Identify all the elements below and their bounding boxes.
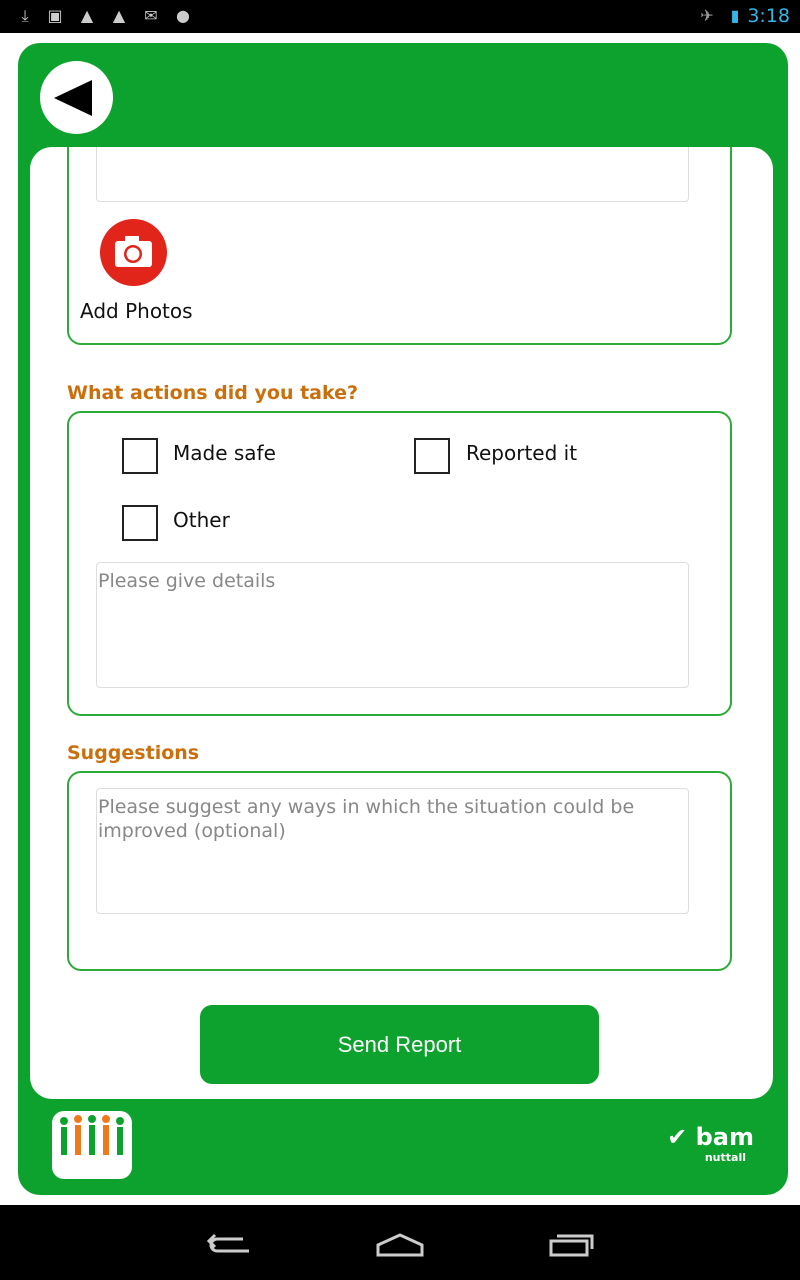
- report-form: Add Photos What actions did you take? Ma…: [30, 147, 773, 1099]
- suggestions-heading: Suggestions: [67, 742, 200, 764]
- image-icon: ▣: [47, 6, 63, 25]
- android-icon: ●: [176, 6, 190, 25]
- back-nav-icon[interactable]: [205, 1233, 253, 1257]
- reported-it-label: Reported it: [466, 441, 578, 465]
- home-nav-icon[interactable]: [375, 1233, 425, 1257]
- recents-nav-icon[interactable]: [548, 1233, 596, 1257]
- camera-icon: [115, 236, 152, 267]
- other-checkbox[interactable]: [122, 505, 158, 541]
- clock: 3:18: [747, 5, 790, 27]
- bam-nuttall-logo: ✔ bam nuttall: [667, 1123, 754, 1164]
- add-photo-button[interactable]: [100, 219, 167, 286]
- warning-icon: ▲: [80, 6, 94, 25]
- gmail-icon: ✉: [144, 6, 158, 25]
- status-bar: ⤓ ▣ ▲ ▲ ✉ ● ✈ ▮ 3:18: [0, 0, 800, 33]
- details-input[interactable]: Please give details: [96, 562, 689, 688]
- app-frame: Add Photos What actions did you take? Ma…: [18, 43, 788, 1195]
- suggestions-input[interactable]: Please suggest any ways in which the sit…: [96, 788, 689, 914]
- actions-heading: What actions did you take?: [67, 382, 359, 404]
- send-report-button[interactable]: Send Report: [200, 1005, 599, 1084]
- airplane-icon: ✈: [700, 6, 714, 25]
- back-button[interactable]: [40, 61, 113, 134]
- add-photos-label: Add Photos: [80, 299, 193, 323]
- beyond-zero-logo: [52, 1111, 132, 1179]
- reported-it-checkbox[interactable]: [414, 438, 450, 474]
- made-safe-checkbox[interactable]: [122, 438, 158, 474]
- warning-icon: ▲: [112, 6, 126, 25]
- navigation-bar: [0, 1205, 800, 1280]
- made-safe-label: Made safe: [173, 441, 276, 465]
- other-label: Other: [173, 508, 230, 532]
- download-icon: ⤓: [21, 6, 29, 25]
- battery-charging-icon: ▮: [730, 6, 740, 25]
- previous-text-field[interactable]: [96, 147, 689, 202]
